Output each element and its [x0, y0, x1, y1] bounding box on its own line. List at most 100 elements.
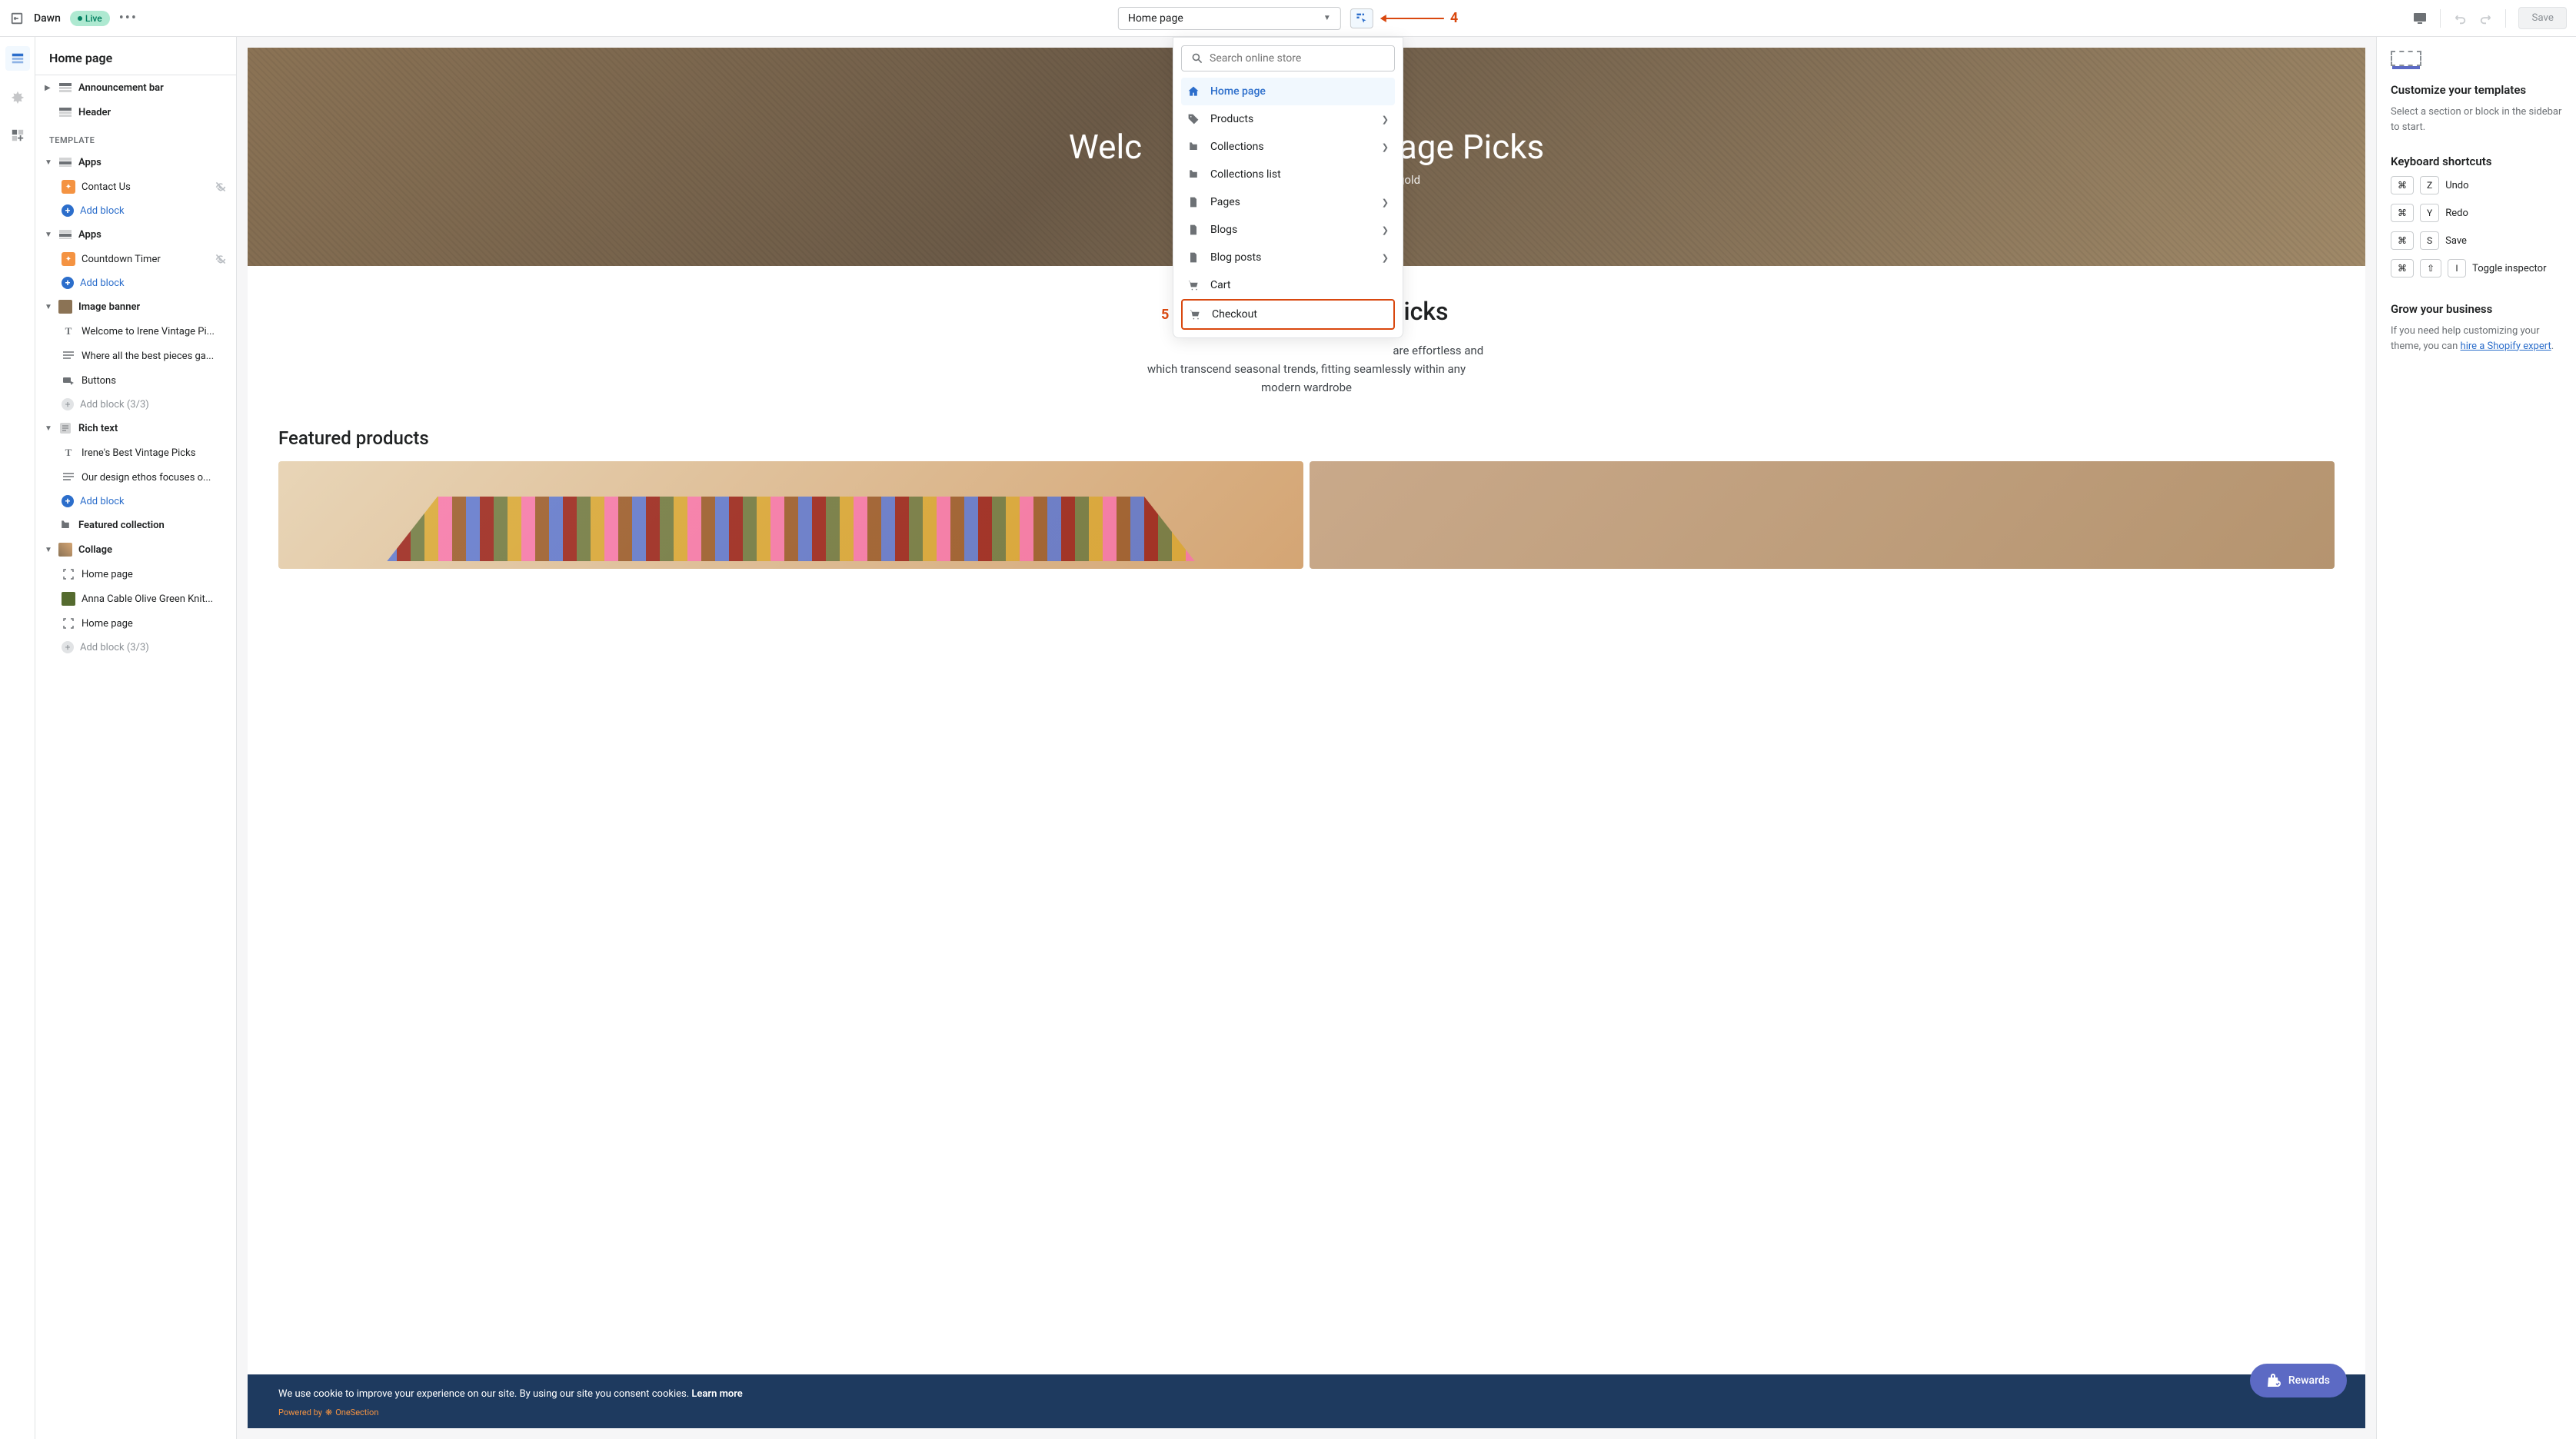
page-dropdown: Home page Products ❯ Collections ❯ Colle…	[1173, 37, 1403, 338]
shortcut-redo: ⌘YRedo	[2391, 204, 2562, 222]
sidebar-block-contact-us[interactable]: ✦ Contact Us	[35, 174, 236, 199]
shortcut-undo: ⌘ZUndo	[2391, 176, 2562, 194]
product-card-1[interactable]	[278, 461, 1303, 569]
collection-icon	[1187, 141, 1201, 153]
sidebar-add-block-3[interactable]: + Add block	[35, 490, 236, 513]
sidebar-item-announcement[interactable]: ▶ Announcement bar	[35, 75, 236, 100]
caret-right-icon: ▶	[45, 84, 52, 92]
grow-business-text: If you need help customizing your theme,…	[2391, 324, 2562, 354]
dropdown-item-cart[interactable]: Cart	[1181, 271, 1395, 299]
sidebar-item-collage[interactable]: ▼ Collage	[35, 537, 236, 562]
dropdown-item-home[interactable]: Home page	[1181, 78, 1395, 105]
section-icon	[58, 155, 72, 169]
sidebar-block-countdown[interactable]: ✦ Countdown Timer	[35, 247, 236, 271]
more-icon[interactable]: •••	[119, 10, 138, 26]
cart-icon	[1187, 279, 1201, 291]
desktop-view-icon[interactable]	[2412, 11, 2428, 26]
dropdown-search-input[interactable]	[1210, 52, 1385, 65]
chevron-right-icon: ❯	[1382, 115, 1389, 125]
topbar-right: Save	[2412, 7, 2567, 29]
plus-icon: +	[62, 277, 74, 289]
sidebar-block-homepage-1[interactable]: Home page	[35, 562, 236, 587]
sidebar-item-header[interactable]: Header	[35, 100, 236, 125]
leftbar	[0, 37, 35, 1439]
chevron-right-icon: ❯	[1382, 142, 1389, 152]
sidebar-block-anna-cable[interactable]: Anna Cable Olive Green Knit...	[35, 587, 236, 611]
sidebar-block-design-ethos[interactable]: Our design ethos focuses o...	[35, 465, 236, 490]
sidebar-item-rich-text[interactable]: ▼ Rich text	[35, 416, 236, 440]
product-card-2[interactable]	[1310, 461, 2335, 569]
sidebar-block-homepage-2[interactable]: Home page	[35, 611, 236, 636]
sidebar-item-featured-collection[interactable]: Featured collection	[35, 513, 236, 537]
home-icon	[1187, 85, 1201, 98]
cookie-powered-by: Powered by ❋ OneSection	[278, 1407, 2335, 1417]
sections-tab-icon[interactable]	[5, 46, 30, 71]
dropdown-item-blog-posts[interactable]: Blog posts ❯	[1181, 244, 1395, 271]
dropdown-item-collections-list[interactable]: Collections list	[1181, 161, 1395, 188]
collection-icon	[58, 518, 72, 532]
sidebar-title: Home page	[35, 37, 236, 75]
cookie-learn-more-link[interactable]: Learn more	[691, 1388, 742, 1400]
customize-title: Customize your templates	[2391, 83, 2562, 97]
caret-down-icon: ▼	[45, 424, 52, 433]
sidebar-item-apps-2[interactable]: ▼ Apps	[35, 222, 236, 247]
chevron-right-icon: ❯	[1382, 198, 1389, 208]
page-icon	[1187, 196, 1201, 208]
inspector-toggle-icon[interactable]	[1350, 8, 1373, 28]
sidebar-add-block-2[interactable]: + Add block	[35, 271, 236, 294]
rewards-button[interactable]: Rewards	[2250, 1364, 2347, 1397]
button-icon	[62, 374, 75, 387]
plus-disabled-icon: +	[62, 641, 74, 653]
dropdown-item-blogs[interactable]: Blogs ❯	[1181, 216, 1395, 244]
rightbar: Customize your templates Select a sectio…	[2376, 37, 2576, 1439]
hire-expert-link[interactable]: hire a Shopify expert	[2461, 341, 2551, 352]
sidebar-item-apps-1[interactable]: ▼ Apps	[35, 150, 236, 174]
dropdown-search[interactable]	[1181, 45, 1395, 71]
save-button[interactable]: Save	[2518, 7, 2567, 29]
customize-text: Select a section or block in the sidebar…	[2391, 105, 2562, 135]
redo-icon[interactable]	[2479, 12, 2493, 25]
dropdown-item-pages[interactable]: Pages ❯	[1181, 188, 1395, 216]
undo-icon[interactable]	[2453, 12, 2467, 25]
content-text: Our design ethos focuses on creating pie…	[1091, 341, 1522, 397]
blog-icon	[1187, 224, 1201, 236]
dropdown-item-collections[interactable]: Collections ❯	[1181, 133, 1395, 161]
theme-settings-icon[interactable]	[5, 85, 30, 109]
sidebar-add-block-1[interactable]: + Add block	[35, 199, 236, 222]
richtext-icon	[58, 421, 72, 435]
sidebar-add-block-disabled-1: + Add block (3/3)	[35, 393, 236, 416]
checkout-icon	[1189, 308, 1203, 321]
sidebar-block-where[interactable]: Where all the best pieces ga...	[35, 344, 236, 368]
hidden-icon[interactable]	[215, 181, 227, 193]
annotation-arrow-4: 4	[1383, 10, 1458, 26]
arrow-icon	[1383, 18, 1444, 19]
caret-down-icon: ▼	[45, 231, 52, 239]
page-selector[interactable]: Home page ▼	[1118, 7, 1341, 30]
topbar: Dawn Live ••• Home page ▼ 4 Save	[0, 0, 2576, 37]
sidebar-block-irene-best[interactable]: T Irene's Best Vintage Picks	[35, 440, 236, 465]
dropdown-item-products[interactable]: Products ❯	[1181, 105, 1395, 133]
onesection-brand-icon: ❋	[325, 1407, 332, 1417]
sidebar-block-welcome[interactable]: T Welcome to Irene Vintage Pi...	[35, 319, 236, 344]
sidebar-item-image-banner[interactable]: ▼ Image banner	[35, 294, 236, 319]
template-thumbnail-icon	[2391, 51, 2421, 66]
app-embeds-icon[interactable]	[5, 123, 30, 148]
chevron-right-icon: ❯	[1382, 225, 1389, 235]
chevron-right-icon: ❯	[1382, 253, 1389, 263]
exit-icon[interactable]	[9, 11, 25, 26]
featured-products-title: Featured products	[248, 412, 2365, 461]
product-thumb-icon	[62, 592, 75, 606]
app-brand-icon: ✦	[62, 180, 75, 194]
grow-business-title: Grow your business	[2391, 302, 2562, 316]
section-icon	[58, 81, 72, 95]
dropdown-item-checkout[interactable]: 5 Checkout	[1181, 299, 1395, 330]
plus-icon: +	[62, 204, 74, 217]
hidden-icon[interactable]	[215, 253, 227, 265]
app-brand-icon: ✦	[62, 252, 75, 266]
sidebar-add-block-disabled-2: + Add block (3/3)	[35, 636, 236, 659]
cookie-banner: We use cookie to improve your experience…	[248, 1374, 2365, 1428]
collection-list-icon	[1187, 168, 1201, 181]
sidebar-block-buttons[interactable]: Buttons	[35, 368, 236, 393]
template-heading: TEMPLATE	[35, 125, 236, 150]
caret-down-icon: ▼	[45, 546, 52, 554]
